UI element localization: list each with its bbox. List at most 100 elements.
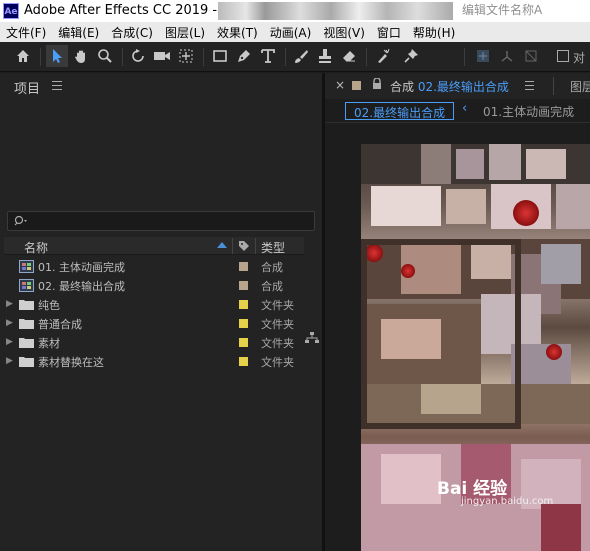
search-icon	[14, 215, 28, 230]
expand-arrow-icon[interactable]: ▶	[6, 318, 13, 328]
composition-navigator: 02.最终输出合成 ‹ 01.主体动画完成	[325, 99, 590, 123]
folder-icon	[19, 298, 34, 313]
panel-menu-icon[interactable]	[52, 81, 62, 90]
redacted-path	[218, 2, 453, 20]
lock-icon[interactable]	[372, 77, 382, 93]
3d-axis-local-icon[interactable]	[472, 45, 494, 67]
project-item-type: 合成	[261, 261, 283, 274]
breadcrumb-active-comp[interactable]: 02.最终输出合成	[345, 102, 455, 120]
project-search-input[interactable]	[7, 211, 315, 231]
3d-axis-view-icon[interactable]	[520, 45, 542, 67]
tools-toolbar: 对	[0, 42, 590, 72]
label-color-swatch[interactable]	[239, 300, 248, 309]
close-tab-icon[interactable]: ×	[335, 78, 345, 92]
menu-edit[interactable]: 编辑(E)	[52, 22, 105, 42]
tab-comp-name: 02.最终输出合成	[417, 80, 509, 94]
folder-icon	[19, 317, 34, 332]
roto-brush-icon[interactable]	[372, 45, 394, 67]
chevron-left-icon[interactable]: ‹	[462, 101, 467, 116]
menu-effect[interactable]: 效果(T)	[211, 22, 264, 42]
snapping-label: 对	[573, 51, 586, 65]
project-item-type: 文件夹	[261, 337, 294, 350]
composition-icon	[19, 279, 34, 295]
hand-icon[interactable]	[70, 45, 92, 67]
3d-axis-world-icon[interactable]	[496, 45, 518, 67]
project-panel: 项目 名称 类型 01. 主体动画完成 合成 02. 最终输出合成 合成 ▶ 纯…	[0, 73, 322, 551]
expand-arrow-icon[interactable]: ▶	[6, 356, 13, 366]
project-item-name: 素材	[38, 337, 60, 350]
stamp-icon[interactable]	[314, 45, 336, 67]
text-icon[interactable]	[257, 45, 279, 67]
pen-icon[interactable]	[233, 45, 255, 67]
project-thumbnail-area	[0, 99, 322, 209]
project-item-row[interactable]: ▶ 素材替换在这 文件夹	[4, 352, 304, 371]
sort-ascending-icon[interactable]	[217, 242, 227, 248]
folder-icon	[19, 355, 34, 370]
menu-layer[interactable]: 图层(L)	[159, 22, 211, 42]
label-color-swatch[interactable]	[239, 281, 248, 290]
menu-window[interactable]: 窗口	[371, 22, 407, 42]
project-panel-title[interactable]: 项目	[14, 78, 40, 97]
label-color-swatch[interactable]	[239, 338, 248, 347]
selection-icon[interactable]	[46, 45, 68, 67]
project-column-header: 名称 类型	[4, 237, 304, 255]
project-item-name: 纯色	[38, 299, 60, 312]
menu-file[interactable]: 文件(F)	[0, 22, 52, 42]
menu-animation[interactable]: 动画(A)	[264, 22, 318, 42]
composition-panel: × 合成 02.最终输出合成 图层 02.最终输出合成 ‹ 01.主体动画完成	[325, 73, 590, 551]
brush-icon[interactable]	[290, 45, 312, 67]
snapping-checkbox[interactable]	[557, 50, 569, 62]
comp-label-swatch	[352, 81, 361, 90]
rectangle-icon[interactable]	[209, 45, 231, 67]
menu-composition[interactable]: 合成(C)	[105, 22, 159, 42]
folder-icon	[19, 336, 34, 351]
window-titlebar: Ae Adobe After Effects CC 2019 - F:\ 编辑文…	[0, 0, 590, 22]
expand-arrow-icon[interactable]: ▶	[6, 337, 13, 347]
label-tag-icon[interactable]	[238, 240, 250, 255]
project-item-row[interactable]: ▶ 纯色 文件夹	[4, 295, 304, 314]
zoom-icon[interactable]	[94, 45, 116, 67]
project-item-row[interactable]: 02. 最终输出合成 合成	[4, 276, 304, 295]
label-color-swatch[interactable]	[239, 319, 248, 328]
window-title: Adobe After Effects CC 2019 - F:\	[24, 3, 237, 18]
tab-prefix: 合成	[390, 80, 415, 94]
column-name[interactable]: 名称	[24, 239, 48, 256]
project-item-type: 合成	[261, 280, 283, 293]
project-item-name: 02. 最终输出合成	[38, 280, 125, 293]
camera-icon[interactable]	[151, 45, 173, 67]
label-color-swatch[interactable]	[239, 262, 248, 271]
project-item-row[interactable]: 01. 主体动画完成 合成	[4, 257, 304, 276]
tab-composition[interactable]: 合成 02.最终输出合成	[390, 78, 509, 95]
rotate-icon[interactable]	[127, 45, 149, 67]
menu-help[interactable]: 帮助(H)	[407, 22, 461, 42]
project-item-name: 素材替换在这	[38, 356, 104, 369]
project-item-type: 文件夹	[261, 356, 294, 369]
column-type[interactable]: 类型	[261, 239, 285, 256]
menu-view[interactable]: 视图(V)	[317, 22, 371, 42]
flowchart-icon[interactable]	[305, 332, 319, 347]
project-panel-header: 项目	[0, 73, 322, 99]
project-item-name: 01. 主体动画完成	[38, 261, 125, 274]
expand-arrow-icon[interactable]: ▶	[6, 299, 13, 309]
after-effects-logo: Ae	[3, 3, 19, 19]
puppet-pin-icon[interactable]	[400, 45, 422, 67]
home-icon[interactable]	[12, 45, 34, 67]
project-item-row[interactable]: ▶ 普通合成 文件夹	[4, 314, 304, 333]
breadcrumb-next-comp[interactable]: 01.主体动画完成	[483, 103, 574, 120]
composition-tab-bar: × 合成 02.最终输出合成 图层	[325, 73, 590, 99]
eraser-icon[interactable]	[338, 45, 360, 67]
composition-viewer[interactable]: Bai 经验 jingyan.baidu.com	[325, 124, 590, 551]
window-title-tail: 编辑文件名称A	[462, 3, 543, 17]
tab-layer[interactable]: 图层	[570, 78, 590, 95]
project-item-type: 文件夹	[261, 318, 294, 331]
baidu-jingyan-watermark: Bai 经验 jingyan.baidu.com	[437, 474, 553, 507]
pan-behind-icon[interactable]	[175, 45, 197, 67]
project-item-row[interactable]: ▶ 素材 文件夹	[4, 333, 304, 352]
panel-menu-icon[interactable]	[525, 81, 534, 90]
watermark-url: jingyan.baidu.com	[461, 496, 554, 507]
project-item-type: 文件夹	[261, 299, 294, 312]
project-item-name: 普通合成	[38, 318, 82, 331]
label-color-swatch[interactable]	[239, 357, 248, 366]
menu-bar: 文件(F) 编辑(E) 合成(C) 图层(L) 效果(T) 动画(A) 视图(V…	[0, 22, 590, 42]
composition-icon	[19, 260, 34, 276]
